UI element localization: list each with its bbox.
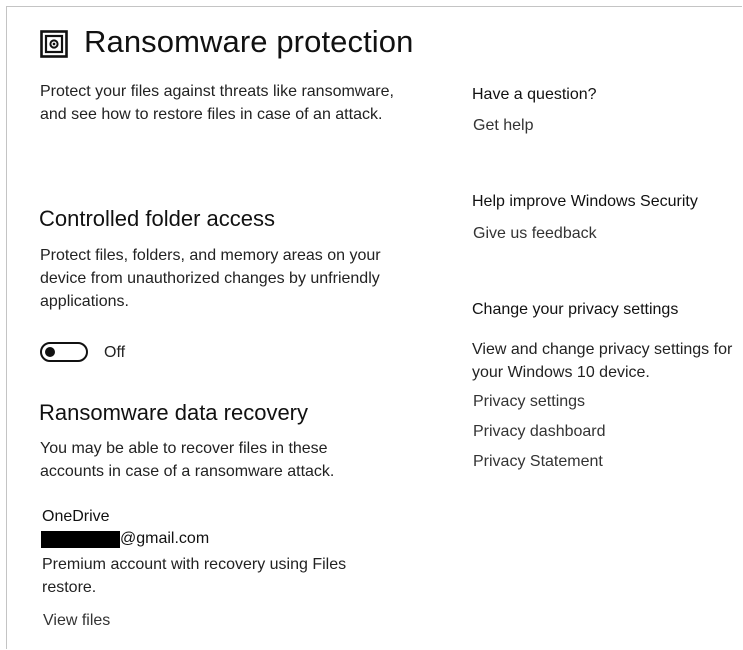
privacy-description: View and change privacy settings for you… — [472, 341, 733, 381]
redacted-email-block — [41, 531, 120, 548]
account-email: @gmail.com — [120, 530, 210, 547]
privacy-dashboard-link[interactable]: Privacy dashboard — [473, 423, 606, 441]
give-feedback-link[interactable]: Give us feedback — [473, 225, 597, 243]
question-heading: Have a question? — [472, 86, 597, 103]
get-help-link[interactable]: Get help — [473, 117, 533, 135]
privacy-statement-link[interactable]: Privacy Statement — [473, 453, 603, 471]
toggle-state-label: Off — [104, 344, 126, 361]
recovery-provider: OneDrive — [42, 508, 110, 525]
data-recovery-heading: Ransomware data recovery — [39, 400, 309, 425]
data-recovery-description: You may be able to recover files in thes… — [40, 440, 335, 480]
ransomware-shield-icon — [40, 30, 68, 58]
view-files-link[interactable]: View files — [43, 612, 110, 630]
controlled-folder-access-toggle[interactable] — [40, 342, 88, 362]
improve-heading: Help improve Windows Security — [472, 193, 698, 210]
privacy-heading: Change your privacy settings — [472, 301, 679, 318]
page-title: Ransomware protection — [84, 24, 414, 59]
privacy-settings-link[interactable]: Privacy settings — [473, 393, 585, 411]
controlled-folder-access-heading: Controlled folder access — [39, 206, 276, 231]
account-details: Premium account with recovery using File… — [42, 556, 347, 596]
page-description: Protect your files against threats like … — [40, 83, 394, 123]
toggle-knob — [45, 347, 55, 357]
controlled-folder-access-description: Protect files, folders, and memory areas… — [40, 247, 381, 310]
